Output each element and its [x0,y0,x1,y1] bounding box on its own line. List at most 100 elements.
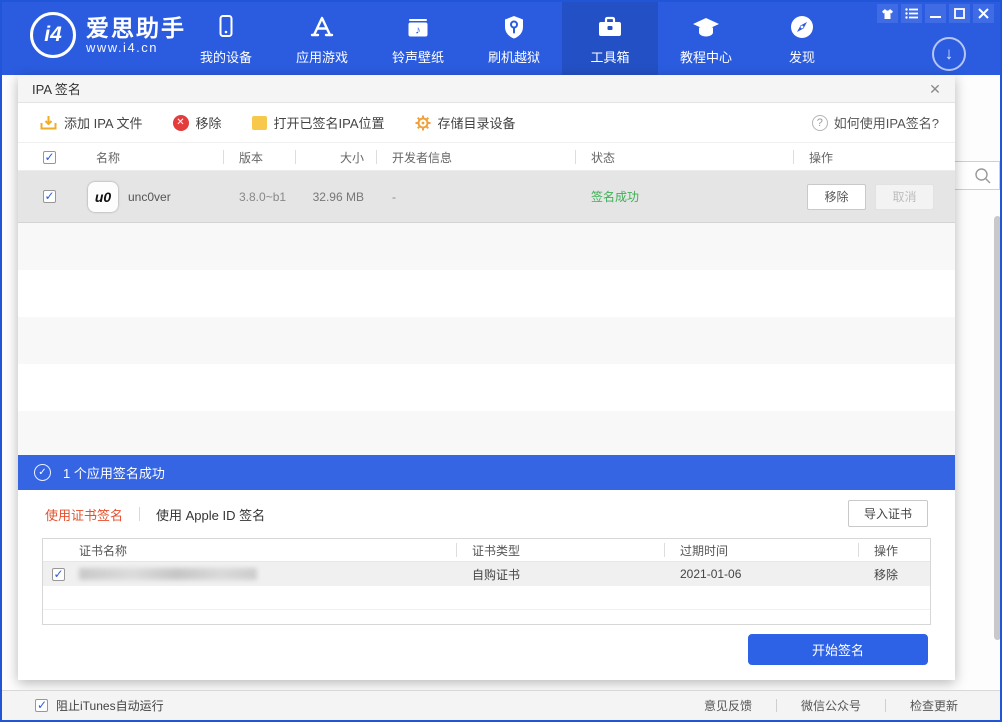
col-actions: 操作 [793,149,955,166]
menu-list-icon [905,8,918,19]
import-file-icon [40,115,57,131]
ipa-sign-help-link[interactable]: ? 如何使用IPA签名? [812,113,939,132]
cert-type: 自购证书 [456,566,664,583]
check-update-link[interactable]: 检查更新 [886,697,982,714]
nav-label: 应用游戏 [296,47,348,66]
import-certificate-button[interactable]: 导入证书 [848,500,928,527]
shirt-icon [881,8,894,20]
open-location-label: 打开已签名IPA位置 [274,113,385,132]
nav-item-toolbox[interactable]: 工具箱 [562,0,658,75]
gear-icon [415,115,431,131]
remove-ipa-button[interactable]: ✕ 移除 [173,113,222,132]
tab-certificate-sign[interactable]: 使用证书签名 [45,505,123,524]
cert-checkbox[interactable]: ✓ [52,568,65,581]
block-itunes-option[interactable]: ✓ 阻止iTunes自动运行 [2,697,164,714]
dialog-toolbar: 添加 IPA 文件 ✕ 移除 打开已签名IPA位置 存储目录设备 [18,103,955,143]
app-logo: i4 爱思助手 www.i4.cn [30,12,186,58]
sign-success-banner: ✓ 1 个应用签名成功 [18,455,955,490]
status-bar: ✓ 阻止iTunes自动运行 意见反馈 微信公众号 检查更新 [2,690,1000,720]
skin-theme-button[interactable] [877,4,898,23]
tab-divider [139,507,140,521]
svg-text:♪: ♪ [415,25,421,37]
page-scrollbar[interactable] [994,216,1001,640]
storage-device-label: 存储目录设备 [438,113,516,132]
unc0ver-app-icon: u0 [88,182,118,212]
nav-label: 工具箱 [590,47,629,66]
add-ipa-button[interactable]: 添加 IPA 文件 [40,113,143,132]
start-signing-button[interactable]: 开始签名 [748,634,928,665]
app-table-header: ✓ 名称 版本 大小 开发者信息 状态 操作 [18,145,955,171]
compass-icon [789,14,815,40]
storage-directory-device-button[interactable]: 存储目录设备 [415,113,516,132]
certificate-table-header: 证书名称 证书类型 过期时间 操作 [43,539,930,562]
checkmark-icon: ✓ [54,567,64,581]
app-header: i4 爱思助手 www.i4.cn 我的设备 应用游戏 ♪ 铃声壁 [0,0,1002,75]
main-menu-button[interactable] [901,4,922,23]
nav-item-discover[interactable]: 发现 [754,0,850,75]
certificate-table: 证书名称 证书类型 过期时间 操作 ✓ 自购证书 2021-01-06 移除 [42,538,931,625]
col-name: 名称 [80,149,223,166]
ringtone-icon: ♪ [405,14,431,40]
check-circle-icon: ✓ [34,464,51,481]
close-window-button[interactable] [973,4,994,23]
minimize-icon [930,8,941,19]
sign-success-text: 1 个应用签名成功 [63,463,165,482]
feedback-link[interactable]: 意见反馈 [680,697,776,714]
close-icon [978,8,989,19]
col-status: 状态 [575,149,793,166]
minimize-button[interactable] [925,4,946,23]
window-controls [877,4,994,23]
question-mark-icon: ? [812,115,828,131]
maximize-icon [954,8,965,19]
app-sign-status: 签名成功 [575,188,793,205]
nav-item-ringtones-wallpapers[interactable]: ♪ 铃声壁纸 [370,0,466,75]
cert-remove-link[interactable]: 移除 [858,566,930,583]
i4-logo-icon: i4 [30,12,76,58]
app-version: 3.8.0~b1 [223,190,295,204]
appstore-icon [309,14,335,40]
dialog-close-icon[interactable]: ✕ [925,79,945,99]
nav-item-my-devices[interactable]: 我的设备 [178,0,274,75]
cert-expire-date: 2021-01-06 [664,567,858,581]
nav-item-tutorial-center[interactable]: 教程中心 [658,0,754,75]
certificate-empty-row [43,586,930,610]
app-size: 32.96 MB [295,190,376,204]
checkmark-icon: ✓ [45,189,55,203]
block-itunes-label: 阻止iTunes自动运行 [56,697,164,714]
row-remove-button[interactable]: 移除 [807,184,866,210]
main-nav: 我的设备 应用游戏 ♪ 铃声壁纸 刷机越狱 [178,0,850,75]
app-table-row-unc0ver[interactable]: ✓ u0 unc0ver 3.8.0~b1 32.96 MB - 签名成功 移除… [18,171,955,223]
phone-icon [214,14,238,40]
col-version: 版本 [223,149,295,166]
col-developer: 开发者信息 [376,149,575,166]
ipa-sign-dialog: IPA 签名 ✕ 添加 IPA 文件 ✕ 移除 打开已签名IPA位置 [18,75,955,680]
download-manager-button[interactable]: ↓ [932,37,966,71]
wechat-account-link[interactable]: 微信公众号 [777,697,885,714]
sign-method-tabs: 使用证书签名 使用 Apple ID 签名 导入证书 [18,490,955,538]
app-url: www.i4.cn [86,40,186,55]
col-cert-action: 操作 [858,542,930,559]
toolbox-icon [596,14,624,40]
select-all-checkbox[interactable]: ✓ [43,151,56,164]
app-developer: - [376,190,575,204]
add-ipa-label: 添加 IPA 文件 [64,113,143,132]
row-cancel-button: 取消 [875,184,934,210]
maximize-button[interactable] [949,4,970,23]
folder-icon [252,116,267,130]
open-signed-ipa-location-button[interactable]: 打开已签名IPA位置 [252,113,385,132]
remove-x-icon: ✕ [173,115,189,131]
col-cert-expire: 过期时间 [664,542,858,559]
certificate-row[interactable]: ✓ 自购证书 2021-01-06 移除 [43,562,930,586]
dialog-titlebar: IPA 签名 ✕ [18,75,955,103]
nav-item-flash-jailbreak[interactable]: 刷机越狱 [466,0,562,75]
cert-name-redacted [79,568,257,580]
app-name: unc0ver [128,190,171,204]
nav-label: 我的设备 [200,47,252,66]
checkmark-icon: ✓ [45,150,55,164]
tab-apple-id-sign[interactable]: 使用 Apple ID 签名 [156,505,265,524]
nav-item-apps-games[interactable]: 应用游戏 [274,0,370,75]
dialog-title: IPA 签名 [32,79,81,98]
row-checkbox[interactable]: ✓ [43,190,56,203]
block-itunes-checkbox[interactable]: ✓ [35,699,48,712]
checkmark-icon: ✓ [37,698,47,712]
